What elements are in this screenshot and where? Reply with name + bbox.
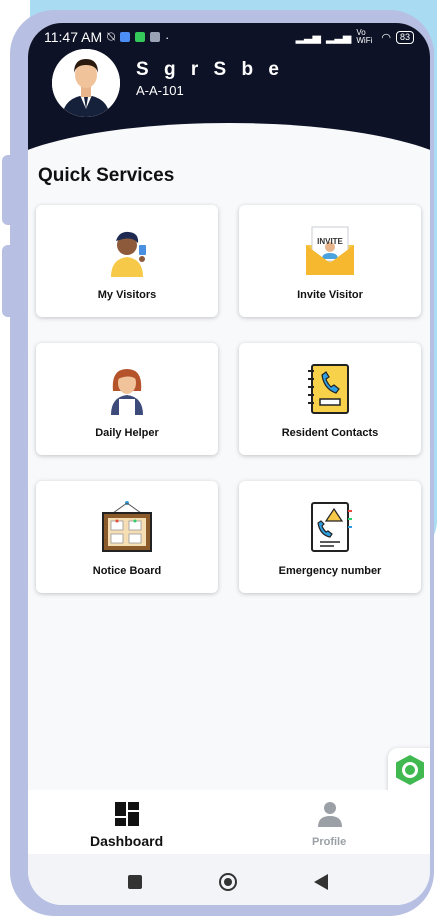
signal2-icon: ▂▃▅	[325, 31, 352, 44]
whatsapp-icon	[134, 32, 145, 42]
volume-down-button	[2, 245, 16, 317]
section-title: Quick Services	[38, 165, 175, 186]
nav-profile[interactable]: Profile	[312, 836, 346, 848]
user-name: S g r S b e	[136, 59, 284, 80]
emergency-icon	[311, 502, 352, 552]
notice-board-icon	[102, 501, 152, 552]
service-card-invite-visitor[interactable]: INVITE Invite Visitor	[239, 205, 421, 317]
back-button-icon[interactable]	[313, 873, 329, 891]
volume-up-button	[2, 155, 16, 225]
avatar[interactable]	[52, 49, 120, 117]
message-icon	[119, 32, 130, 42]
status-time: 11:47 AM	[44, 29, 103, 45]
notification-icon: ⍉	[107, 29, 115, 44]
bottom-nav	[28, 790, 430, 854]
home-button-icon[interactable]	[219, 873, 237, 891]
recents-button-icon[interactable]	[128, 875, 142, 889]
nav-dashboard[interactable]: Dashboard	[90, 833, 163, 849]
battery-indicator: 83	[395, 30, 414, 44]
signal-icon: ▂▃▅	[295, 31, 321, 44]
contacts-book-icon	[308, 364, 349, 414]
service-card-resident-contacts[interactable]: Resident Contacts	[239, 343, 421, 455]
profile-icon[interactable]	[318, 801, 342, 827]
helper-icon	[111, 369, 143, 415]
service-label: Resident Contacts	[281, 427, 379, 439]
service-label: My Visitors	[97, 289, 157, 301]
vowifi-label: Vo WiFi	[356, 28, 373, 45]
service-card-daily-helper[interactable]: Daily Helper	[36, 343, 218, 455]
service-label: Notice Board	[92, 565, 162, 577]
service-label: Emergency number	[278, 565, 382, 577]
dashboard-icon[interactable]	[114, 801, 140, 827]
dot-icon: ·	[164, 29, 170, 45]
service-card-notice-board[interactable]: Notice Board	[36, 481, 218, 593]
user-unit: A-A-101	[136, 83, 184, 98]
support-hex-icon[interactable]	[394, 754, 426, 786]
status-bar: 11:47 AM ⍉ · ▂▃▅ ▂▃▅ Vo WiFi ◠ 83	[44, 27, 414, 47]
service-label: Invite Visitor	[297, 289, 363, 301]
invite-icon	[306, 226, 354, 275]
invite-badge-text: INVITE	[317, 237, 343, 246]
wifi-icon: ◠	[381, 31, 391, 44]
service-card-my-visitors[interactable]: My Visitors	[36, 205, 218, 317]
visitor-icon	[111, 231, 146, 277]
gallery-icon	[149, 32, 160, 42]
service-label: Daily Helper	[95, 427, 159, 439]
service-card-emergency-number[interactable]: Emergency number	[239, 481, 421, 593]
app-screen: 11:47 AM ⍉ · ▂▃▅ ▂▃▅ Vo WiFi ◠ 83 S g r …	[28, 23, 430, 905]
user-avatar-icon	[52, 49, 120, 117]
